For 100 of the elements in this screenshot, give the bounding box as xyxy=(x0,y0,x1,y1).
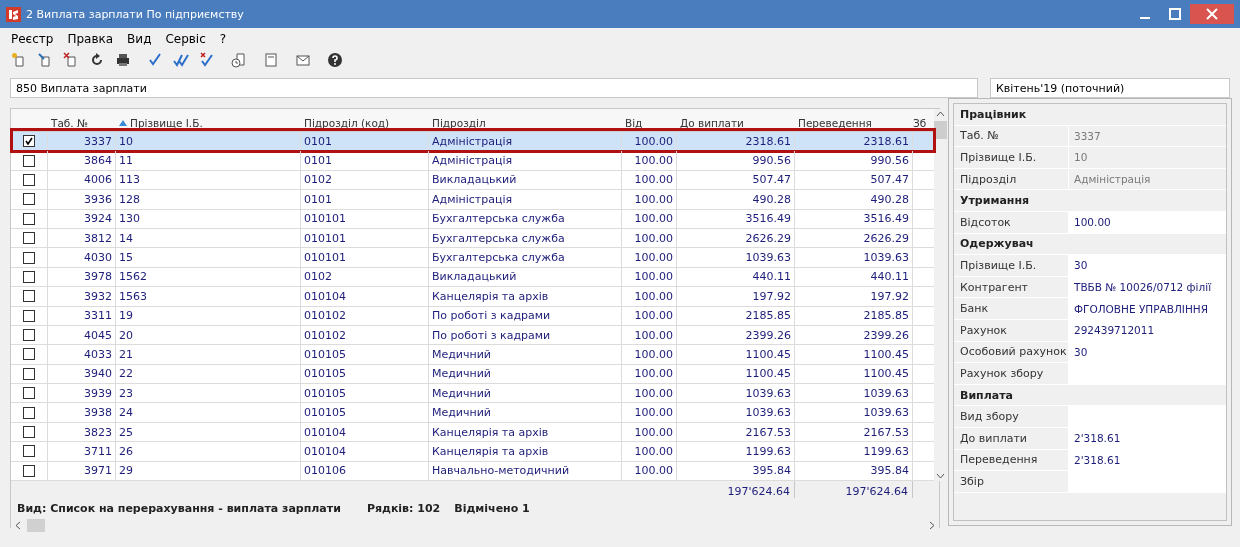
menu-item[interactable]: Вид xyxy=(127,32,152,46)
row-checkbox[interactable] xyxy=(23,387,35,400)
delete-document-icon[interactable] xyxy=(63,52,79,68)
row-checkbox[interactable] xyxy=(23,173,35,186)
table-row[interactable]: 3864 11 0101 Адміністрація 100.00 990.56 990.56 xyxy=(11,151,934,171)
table-row[interactable]: 3940 22 010105 Медичний 100.00 1100.45 1100.45 xyxy=(11,364,934,385)
new-document-icon[interactable] xyxy=(11,52,27,68)
column-header[interactable]: Підрозділ xyxy=(428,117,621,131)
scroll-right-icon[interactable] xyxy=(929,521,935,531)
row-checkbox[interactable] xyxy=(23,212,35,225)
table-row[interactable]: 4045 20 010102 По роботі з кадрами 100.00 2399.26 2399.26 xyxy=(11,325,934,346)
table-cell: 11 xyxy=(119,154,133,168)
row-checkbox[interactable] xyxy=(23,309,35,322)
table-row[interactable]: 3924 130 010101 Бухгалтерська служба 100.00 3516.49 3516.49 xyxy=(11,209,934,229)
table-cell: 3936 xyxy=(84,192,112,206)
row-checkbox[interactable] xyxy=(23,445,35,458)
table-cell: 100.00 xyxy=(634,192,673,206)
scroll-up-icon[interactable] xyxy=(936,111,945,117)
detail-field[interactable]: 30 xyxy=(1069,255,1226,276)
detail-field[interactable] xyxy=(1069,471,1226,492)
scrollbar-thumb[interactable] xyxy=(27,519,45,533)
period-field[interactable]: Квітень'19 (поточний) xyxy=(990,78,1230,98)
table-row[interactable]: 3311 19 010102 По роботі з кадрами 100.00 2185.85 2185.85 xyxy=(11,306,934,326)
table-cell: 100.00 xyxy=(634,212,673,226)
detail-field[interactable]: 2'318.61 xyxy=(1069,449,1226,471)
column-header[interactable]: Від xyxy=(621,117,676,131)
table-cell: 21 xyxy=(119,348,133,361)
row-checkbox[interactable] xyxy=(23,329,35,342)
menu-item[interactable]: Реєстр xyxy=(11,32,54,46)
detail-field[interactable]: 292439712011 xyxy=(1069,319,1226,341)
scroll-down-icon[interactable] xyxy=(936,473,945,480)
menu-item[interactable]: Сервіс xyxy=(165,32,206,46)
help-icon[interactable] xyxy=(327,52,343,68)
column-header[interactable]: Підрозділ (код) xyxy=(300,117,428,131)
column-header[interactable]: Зб xyxy=(912,117,934,131)
row-checkbox[interactable] xyxy=(23,290,35,303)
table-cell: Канцелярія та архів xyxy=(432,425,549,439)
menu-item[interactable]: Правка xyxy=(67,32,114,46)
detail-field[interactable] xyxy=(1069,406,1226,427)
check-icon[interactable] xyxy=(147,52,163,68)
scrollbar-thumb[interactable] xyxy=(934,121,947,139)
table-row[interactable]: 4030 15 010101 Бухгалтерська служба 100.00 1039.63 1039.63 xyxy=(11,248,934,268)
row-checkbox[interactable] xyxy=(23,251,35,264)
detail-field[interactable] xyxy=(1069,363,1226,384)
close-icon[interactable] xyxy=(1190,4,1234,24)
row-checkbox[interactable] xyxy=(23,367,35,380)
table-cell: 3337 xyxy=(84,134,112,148)
table-row[interactable]: 3938 24 010105 Медичний 100.00 1039.63 1039.63 xyxy=(11,403,934,423)
table-row[interactable]: 3936 128 0101 Адміністрація 100.00 490.28 490.28 xyxy=(11,190,934,210)
edit-document-icon[interactable] xyxy=(37,52,53,68)
row-checkbox[interactable] xyxy=(23,406,35,419)
field-label: Збір xyxy=(960,474,984,488)
clock-document-icon[interactable] xyxy=(231,52,247,68)
detail-field[interactable]: 30 xyxy=(1069,341,1226,363)
table-row[interactable]: 4006 113 0102 Викладацький 100.00 507.47 507.47 xyxy=(11,170,934,191)
row-checkbox[interactable] xyxy=(23,426,35,439)
table-row[interactable]: 3978 1562 0102 Викладацький 100.00 440.11 440.11 xyxy=(11,267,934,288)
refresh-icon[interactable] xyxy=(89,52,105,68)
column-header[interactable]: До виплати xyxy=(676,117,794,131)
table-cell: 100.00 xyxy=(634,251,673,265)
table-row[interactable]: 3932 1563 010104 Канцелярія та архів 100.00 197.92 197.92 xyxy=(11,287,934,307)
column-header[interactable]: Прізвище І.Б. xyxy=(115,117,300,131)
row-checkbox[interactable] xyxy=(23,135,35,148)
print-icon[interactable] xyxy=(115,52,131,68)
row-checkbox[interactable] xyxy=(23,232,35,245)
table-row[interactable]: 3812 14 010101 Бухгалтерська служба 100.00 2626.29 2626.29 xyxy=(11,228,934,249)
row-checkbox[interactable] xyxy=(23,270,35,283)
table-row[interactable]: 3823 25 010104 Канцелярія та архів 100.00 2167.53 2167.53 xyxy=(11,422,934,443)
scroll-left-icon[interactable] xyxy=(15,521,21,531)
detail-field[interactable]: 100.00 xyxy=(1069,211,1226,233)
row-checkbox[interactable] xyxy=(23,154,35,167)
table-cell: 1039.63 xyxy=(745,406,791,420)
envelope-icon[interactable] xyxy=(295,52,311,68)
table-cell: 4033 xyxy=(84,348,112,361)
table-row[interactable]: 4033 21 010105 Медичний 100.00 1100.45 1100.45 xyxy=(11,345,934,365)
detail-field[interactable]: 2'318.61 xyxy=(1069,427,1226,449)
row-checkbox[interactable] xyxy=(23,464,35,477)
table-row[interactable]: 3939 23 010105 Медичний 100.00 1039.63 1039.63 xyxy=(11,384,934,404)
form-icon[interactable] xyxy=(263,52,279,68)
table-cell: 100.00 xyxy=(634,134,673,148)
table-cell: По роботі з кадрами xyxy=(432,328,551,342)
column-header[interactable]: Переведення xyxy=(794,117,912,131)
table-cell: 2167.53 xyxy=(745,425,791,439)
table-cell: 1039.63 xyxy=(863,406,909,420)
register-field[interactable]: 850 Виплата зарплати xyxy=(10,78,978,98)
table-cell: 4030 xyxy=(84,251,112,265)
menu-item[interactable]: ? xyxy=(219,32,227,46)
row-checkbox[interactable] xyxy=(23,348,35,361)
row-checkbox[interactable] xyxy=(23,193,35,206)
detail-field[interactable]: ФГОЛОВНЕ УПРАВЛІННЯ xyxy=(1069,298,1226,319)
table-cell: 130 xyxy=(119,212,140,226)
detail-field[interactable]: ТВБВ № 10026/0712 філії xyxy=(1069,276,1226,298)
uncheck-icon[interactable] xyxy=(199,52,215,68)
field-label: Контрагент xyxy=(960,280,1028,294)
table-cell: 2185.85 xyxy=(863,309,909,323)
table-cell: 0101 xyxy=(304,134,332,148)
field-label: Особовий рахунок xyxy=(960,345,1067,359)
double-check-icon[interactable] xyxy=(173,52,189,68)
table-row[interactable]: 3711 26 010104 Канцелярія та архів 100.00 1199.63 1199.63 xyxy=(11,442,934,462)
column-header[interactable]: Таб. № xyxy=(47,117,115,131)
